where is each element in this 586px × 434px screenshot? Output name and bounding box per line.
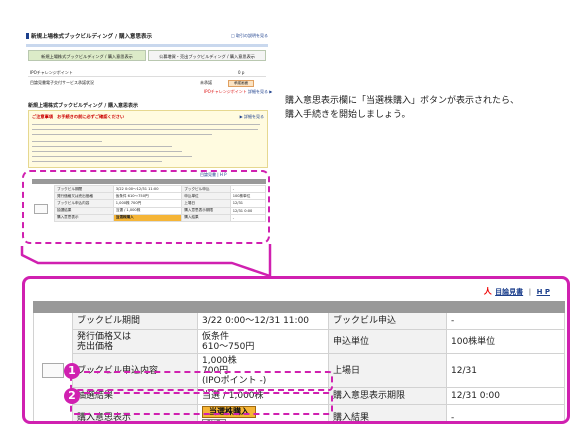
prospectus-link[interactable]: 目論見書 — [495, 288, 523, 296]
notice-text-line — [32, 151, 182, 152]
pdf-icon: 人 — [483, 287, 492, 296]
notice-detail-link[interactable]: ▶ 詳細を見る — [240, 114, 264, 120]
instruction-line-1: 購入意思表示欄に「当選株購入」ボタンが表示されたら、 — [285, 96, 520, 106]
deadline-value: 12/31 0:00 — [445, 387, 566, 405]
deadline-label: 購入意思表示期限 — [328, 387, 447, 405]
notice-text-line — [32, 141, 102, 142]
apply-value: - — [445, 312, 566, 330]
magnified-detail-panel: 人 目論見書 | H P ブックビル期間 3/22 0:00〜12/31 11:… — [22, 276, 570, 424]
notice-text-line — [32, 146, 172, 147]
ipo-point-value: 0 p — [238, 70, 245, 75]
eprospectus-label: 目論見書電子交付サービス承諾状況 — [30, 80, 94, 85]
divider — [28, 76, 266, 77]
period-label: ブックビル期間 — [72, 312, 198, 330]
tab-new-listing[interactable]: 新規上場株式ブックビルディング / 購入意思表示 — [28, 50, 146, 61]
unit-value: 100株単位 — [445, 329, 566, 354]
tab-public-offering[interactable]: 公募増資・売出ブックビルディング / 購入意思表示 — [148, 50, 266, 61]
result-label: 購入結果 — [328, 404, 447, 421]
table-row: 発行価格又は 売出価格 仮条件 610〜750円 申込単位 100株単位 — [34, 329, 566, 354]
detail-header: 人 目論見書 | H P — [31, 286, 562, 298]
ipo-challenge-point-logo: IPOチャレンジポイント — [204, 89, 247, 94]
notice-text-line — [32, 156, 192, 157]
highlight-lottery-row — [70, 371, 333, 391]
instruction-text: 購入意思表示欄に「当選株購入」ボタンが表示されたら、 購入手続きを開始しましょう… — [285, 94, 519, 122]
price-value: 仮条件 610〜750円 — [197, 329, 329, 354]
notice-text-line — [32, 124, 260, 125]
eprospectus-status: 未承諾 — [200, 80, 212, 85]
result-value: - — [445, 404, 566, 421]
section-title: 新規上場株式ブックビルディング / 購入意思表示 — [28, 103, 138, 109]
table-row: ブックビル期間 3/22 0:00〜12/31 11:00 ブックビル申込 - — [33, 312, 566, 421]
notice-text-line — [32, 129, 258, 130]
notice-text-line — [32, 161, 162, 162]
broken-image-icon — [42, 362, 64, 378]
consent-button[interactable]: 承諾画面 — [228, 80, 254, 87]
help-link[interactable]: □ 取引の説明を見る — [231, 33, 268, 39]
hp-link[interactable]: H P — [537, 288, 550, 296]
listing-value: 12/31 — [445, 353, 566, 388]
notice-heading: ご注意事項 お手続きの前に必ずご確認ください — [32, 114, 125, 119]
marker-1: 1 — [64, 363, 80, 379]
unit-label: 申込単位 — [328, 329, 447, 354]
ipo-point-detail-link[interactable]: 詳細を見る ▶ — [248, 89, 272, 95]
title-bar — [26, 44, 268, 47]
instruction-line-2: 購入手続きを開始しましょう。 — [285, 110, 411, 120]
detail-links: 人 目論見書 | H P — [484, 286, 550, 297]
apply-label: ブックビル申込 — [328, 312, 447, 330]
marker-2: 2 — [64, 388, 80, 404]
highlight-intent-row — [70, 392, 333, 415]
page-title: 新規上場株式ブックビルディング / 購入意思表示 — [26, 32, 152, 40]
highlight-frame — [22, 170, 270, 244]
link-separator: | — [528, 288, 532, 296]
table-header-bar — [32, 301, 566, 313]
decline-button[interactable]: 辞退 — [202, 419, 226, 421]
price-label: 発行価格又は 売出価格 — [72, 329, 198, 354]
notice-text-line — [32, 134, 212, 135]
period-value: 3/22 0:00〜12/31 11:00 — [197, 312, 329, 330]
listing-label: 上場日 — [328, 353, 447, 388]
notice-box: ご注意事項 お手続きの前に必ずご確認ください ▶ 詳細を見る — [28, 110, 268, 168]
